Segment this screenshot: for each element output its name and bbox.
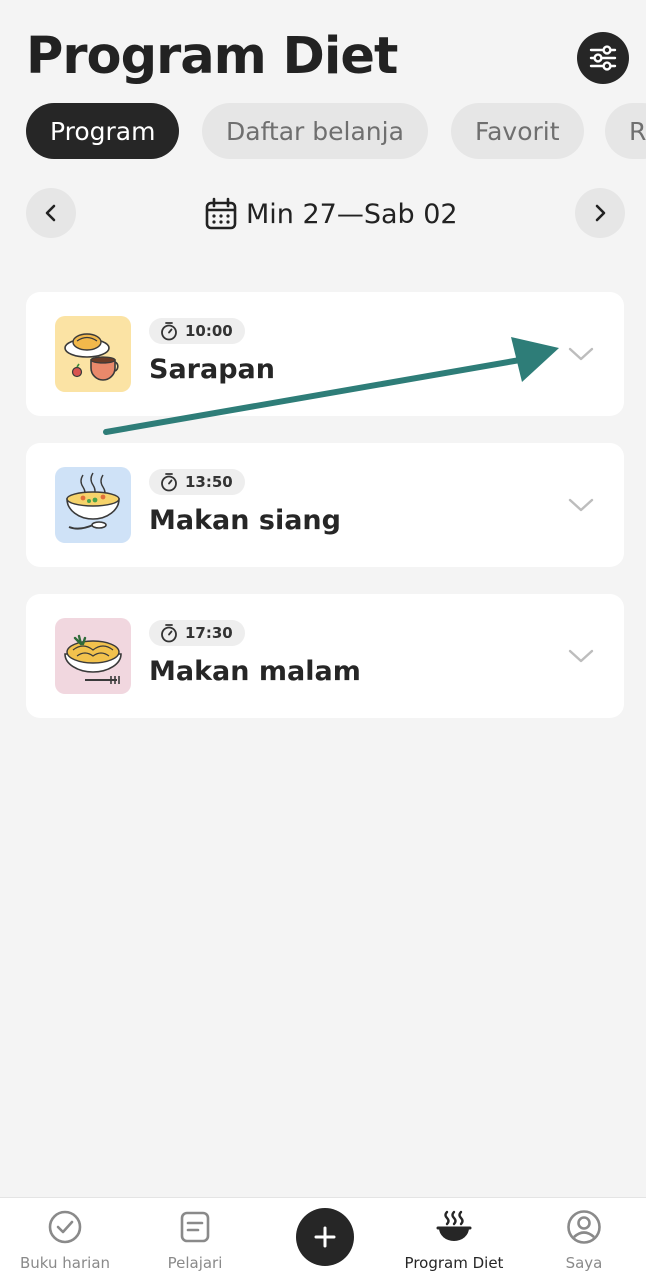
nav-buku-harian[interactable]: Buku harian: [0, 1198, 130, 1280]
sliders-icon: [589, 45, 617, 71]
nav-program-diet[interactable]: Program Diet: [389, 1198, 519, 1280]
stopwatch-icon: [161, 624, 177, 643]
meal-time-badge: 13:50: [149, 469, 245, 495]
chevron-down-icon[interactable]: [566, 491, 596, 519]
breakfast-illustration: [55, 316, 131, 392]
nav-pelajari[interactable]: Pelajari: [130, 1198, 260, 1280]
check-circle-icon: [48, 1210, 82, 1244]
tab-program[interactable]: Program: [26, 103, 180, 159]
stopwatch-icon: [161, 322, 177, 341]
tab-favorit[interactable]: Favorit: [451, 103, 584, 159]
week-navigator: Min 27—Sab 02: [0, 188, 646, 240]
tab-bar: Program Daftar belanja Favorit R: [0, 103, 646, 159]
stopwatch-icon: [161, 473, 177, 492]
tab-daftar-belanja[interactable]: Daftar belanja: [202, 103, 428, 159]
meal-name: Sarapan: [149, 354, 275, 385]
calendar-icon: [205, 197, 237, 230]
header: Program Diet: [0, 0, 646, 100]
week-range-label: Min 27—Sab 02: [246, 198, 458, 230]
plus-icon: [314, 1226, 336, 1248]
chevron-right-icon: [595, 204, 606, 222]
meal-time-badge: 10:00: [149, 318, 245, 344]
profile-icon: [567, 1210, 601, 1244]
meal-name: Makan siang: [149, 505, 341, 536]
chevron-down-icon[interactable]: [566, 642, 596, 670]
chevron-left-icon: [45, 204, 56, 222]
soup-illustration: [55, 467, 131, 543]
meal-card-makan-malam[interactable]: 17:30 Makan malam: [26, 594, 624, 718]
meal-card-makan-siang[interactable]: 13:50 Makan siang: [26, 443, 624, 567]
article-icon: [180, 1211, 210, 1243]
meal-name: Makan malam: [149, 656, 361, 687]
pasta-illustration: [55, 618, 131, 694]
chevron-down-icon[interactable]: [566, 340, 596, 368]
filter-button[interactable]: [577, 32, 629, 84]
food-bowl-icon: [436, 1210, 472, 1241]
previous-week-button[interactable]: [26, 188, 76, 238]
bottom-navigation: Buku harian Pelajari Program Diet Saya: [0, 1197, 646, 1280]
meal-time-badge: 17:30: [149, 620, 245, 646]
next-week-button[interactable]: [575, 188, 625, 238]
meal-card-sarapan[interactable]: 10:00 Sarapan: [26, 292, 624, 416]
tab-partial[interactable]: R: [605, 103, 646, 159]
nav-saya[interactable]: Saya: [519, 1198, 646, 1280]
add-button[interactable]: [296, 1208, 354, 1266]
page-title: Program Diet: [26, 27, 398, 86]
week-range[interactable]: Min 27—Sab 02: [204, 194, 458, 234]
